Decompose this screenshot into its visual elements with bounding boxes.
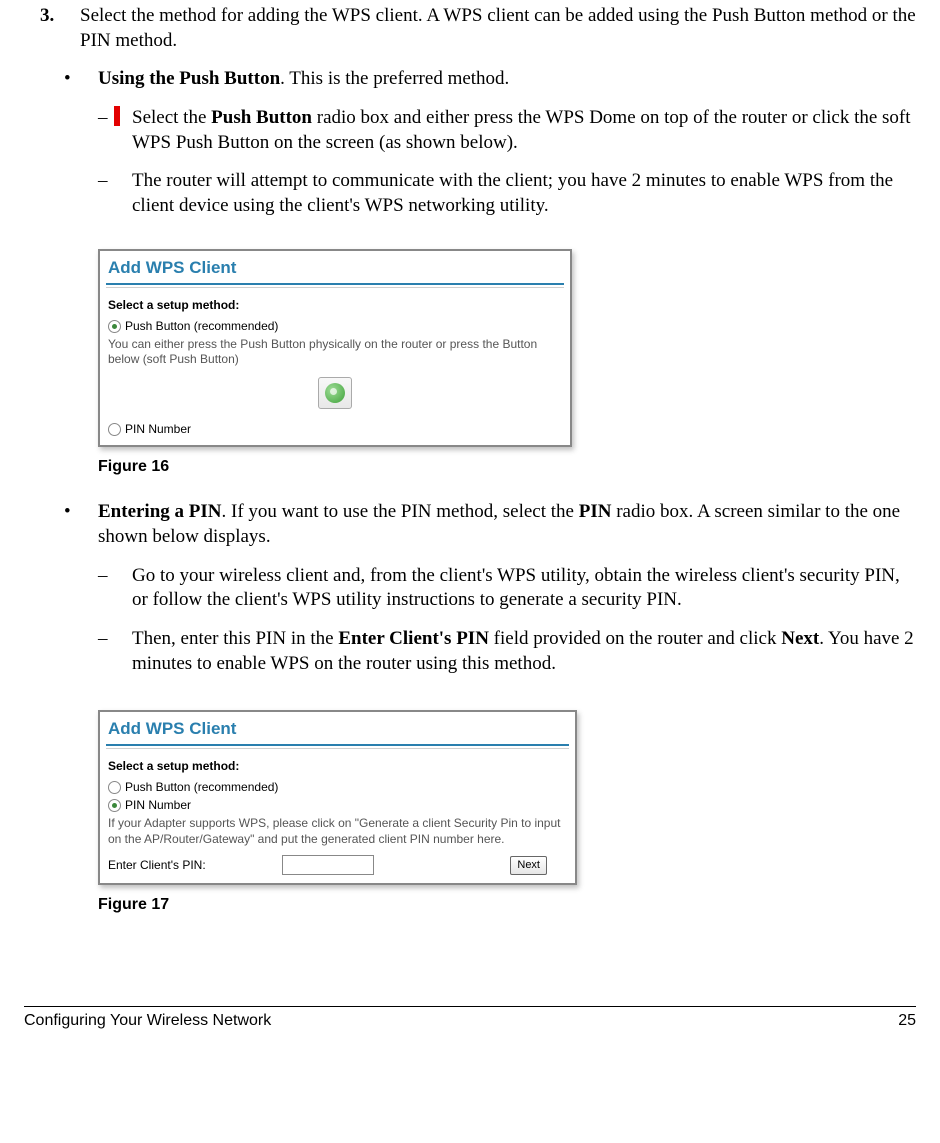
divider — [106, 744, 569, 746]
radio-pin-number[interactable]: PIN Number — [100, 797, 575, 815]
step-3: 3. Select the method for adding the WPS … — [20, 4, 920, 53]
radio-label: Push Button (recommended) — [125, 319, 278, 335]
section-label: Select a setup method: — [100, 759, 575, 779]
bullet-text: Entering a PIN. If you want to use the P… — [98, 500, 920, 549]
page-footer: Configuring Your Wireless Network 25 — [24, 1006, 916, 1032]
section-label: Select a setup method: — [100, 298, 570, 318]
radio-icon — [108, 799, 121, 812]
radio-push-button[interactable]: Push Button (recommended) — [100, 318, 570, 336]
pin-step-1: – Go to your wireless client and, from t… — [98, 564, 920, 613]
radio-label: PIN Number — [125, 422, 191, 438]
wps-soft-button[interactable] — [318, 377, 352, 409]
dialog-title: Add WPS Client — [100, 251, 570, 283]
radio-label: PIN Number — [125, 798, 191, 814]
bullet-marker: • — [64, 500, 98, 549]
dash-marker: – — [98, 169, 132, 218]
dash-text: Then, enter this PIN in the Enter Client… — [132, 627, 920, 676]
step-number: 3. — [20, 4, 80, 53]
radio-pin-number[interactable]: PIN Number — [100, 421, 570, 446]
next-button[interactable]: Next — [510, 856, 547, 874]
radio-icon — [108, 423, 121, 436]
push-button-description: You can either press the Push Button phy… — [100, 335, 570, 373]
figure-caption: Figure 16 — [98, 457, 920, 478]
radio-push-button[interactable]: Push Button (recommended) — [100, 779, 575, 797]
figure-caption: Figure 17 — [98, 895, 920, 916]
dash-text: Select the Push Button radio box and eit… — [132, 106, 920, 155]
radio-label: Push Button (recommended) — [125, 780, 278, 796]
divider-shadow — [106, 287, 564, 288]
bullet-entering-pin: • Entering a PIN. If you want to use the… — [64, 500, 920, 549]
dash-text: The router will attempt to communicate w… — [132, 169, 920, 218]
wps-dialog-push-button: Add WPS Client Select a setup method: Pu… — [98, 249, 572, 448]
wps-icon — [325, 383, 345, 403]
revision-mark-icon — [114, 106, 120, 126]
figure-17: Add WPS Client Select a setup method: Pu… — [98, 710, 920, 916]
figure-16: Add WPS Client Select a setup method: Pu… — [98, 249, 920, 478]
bullet-marker: • — [64, 67, 98, 92]
wps-dialog-pin: Add WPS Client Select a setup method: Pu… — [98, 710, 577, 885]
radio-icon — [108, 781, 121, 794]
divider — [106, 283, 564, 285]
radio-icon — [108, 320, 121, 333]
pin-step-2: – Then, enter this PIN in the Enter Clie… — [98, 627, 920, 676]
divider-shadow — [106, 748, 569, 749]
bullet-text: Using the Push Button. This is the prefe… — [98, 67, 920, 92]
page-number: 25 — [898, 1011, 916, 1032]
push-button-step-1: – Select the Push Button radio box and e… — [98, 106, 920, 155]
dash-marker: – — [98, 564, 132, 613]
pin-input[interactable] — [282, 855, 374, 875]
pin-entry-row: Enter Client's PIN: Next — [100, 851, 575, 883]
bullet-push-button: • Using the Push Button. This is the pre… — [64, 67, 920, 92]
dash-marker: – — [98, 627, 132, 676]
footer-title: Configuring Your Wireless Network — [24, 1011, 271, 1032]
dialog-title: Add WPS Client — [100, 712, 575, 744]
wps-button-row — [100, 373, 570, 421]
dash-text: Go to your wireless client and, from the… — [132, 564, 920, 613]
push-button-step-2: – The router will attempt to communicate… — [98, 169, 920, 218]
pin-label: Enter Client's PIN: — [108, 858, 206, 874]
step-text: Select the method for adding the WPS cli… — [80, 4, 920, 53]
pin-description: If your Adapter supports WPS, please cli… — [100, 814, 575, 851]
